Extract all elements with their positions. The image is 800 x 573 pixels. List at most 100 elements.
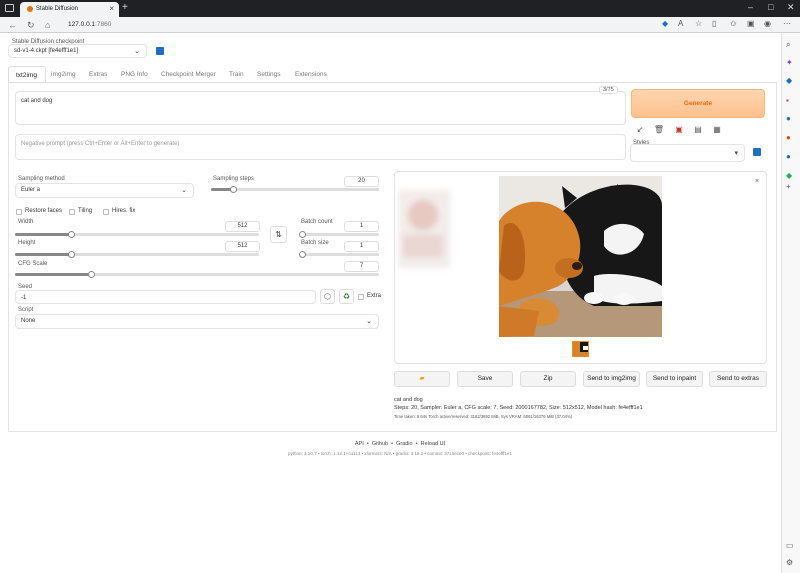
drop-icon[interactable]: ◆	[786, 171, 792, 180]
tab-txt2img[interactable]: txt2img	[8, 66, 46, 83]
sampling-steps-slider[interactable]	[211, 186, 379, 193]
gallery-close-icon[interactable]: ×	[755, 178, 759, 185]
outlook-icon[interactable]: ●	[786, 152, 791, 161]
height-input[interactable]: 512	[225, 241, 260, 252]
collections-icon[interactable]: ▣	[747, 19, 755, 28]
batch-count-slider[interactable]	[299, 231, 379, 238]
new-tab-icon[interactable]: +	[122, 2, 128, 13]
clipboard-icon[interactable]: ▤	[692, 124, 704, 135]
url-port: :7860	[95, 21, 112, 28]
width-label: Width	[18, 219, 34, 225]
slider-knob[interactable]	[229, 186, 237, 193]
footer-link-api[interactable]: API	[355, 441, 364, 447]
split-screen-icon[interactable]: ▯	[712, 19, 716, 28]
info-prompt: cat and dog	[394, 397, 423, 403]
height-slider[interactable]	[15, 251, 259, 258]
profile-icon[interactable]: ◉	[764, 19, 771, 28]
bookmark-star-icon[interactable]: ☆	[695, 19, 702, 28]
prompt-text: cat and dog	[21, 98, 53, 104]
copilot-icon[interactable]: ✦	[786, 58, 793, 67]
sampling-method-label: Sampling method	[18, 176, 65, 182]
tab-png-info[interactable]: PNG Info	[121, 71, 148, 78]
maximize-icon[interactable]: □	[768, 2, 773, 12]
slider-knob[interactable]	[299, 231, 306, 238]
tab-img2img[interactable]: img2img	[51, 71, 76, 78]
styles-dropdown[interactable]: ▾	[630, 144, 745, 162]
read-aloud-icon[interactable]: A	[678, 19, 683, 28]
tab-settings[interactable]: Settings	[257, 71, 281, 78]
close-tab-icon[interactable]: ×	[109, 4, 114, 13]
extra-networks-icon[interactable]: ▣	[673, 124, 685, 135]
extra-label: Extra	[367, 293, 382, 299]
save-style-icon[interactable]: ▦	[711, 124, 723, 135]
restore-faces-checkbox[interactable]	[16, 209, 22, 215]
shopping-tag-icon[interactable]: ◆	[786, 76, 792, 85]
back-icon[interactable]: ←	[8, 20, 17, 30]
send-to-img2img-button[interactable]: Send to img2img	[583, 371, 640, 387]
random-seed-button[interactable]: ⬡	[320, 289, 335, 304]
script-label: Script	[18, 307, 34, 313]
checkpoint-dropdown[interactable]: sd-v1-4.ckpt [fe4efff1e1] ⌄	[8, 44, 147, 58]
browser-tab[interactable]: Stable Diffusion ×	[20, 2, 119, 17]
width-input[interactable]: 512	[225, 221, 260, 232]
add-sidebar-icon[interactable]: +	[786, 182, 791, 191]
send-to-inpaint-button[interactable]: Send to inpaint	[646, 371, 703, 387]
favorites-icon[interactable]: ✩	[730, 19, 737, 28]
sidebar-settings-icon[interactable]: ⚙	[786, 558, 793, 567]
generation-info: cat and dog Steps: 20, Sampler: Euler a,…	[394, 397, 767, 427]
footer-link-gradio[interactable]: Gradio	[396, 441, 413, 447]
sampling-steps-input[interactable]: 20	[344, 176, 379, 187]
info-params: Steps: 20, Sampler: Euler a, CFG scale: …	[394, 405, 643, 411]
trash-icon[interactable]: 🗑	[653, 124, 665, 135]
minimize-icon[interactable]: –	[748, 2, 753, 12]
tools-icon[interactable]: ▪	[786, 96, 789, 105]
generated-image[interactable]	[499, 176, 662, 337]
tab-train[interactable]: Train	[229, 71, 244, 78]
negative-prompt-textarea[interactable]: Negative prompt (press Ctrl+Enter or Alt…	[15, 134, 626, 160]
footer-link-reload[interactable]: Reload UI	[421, 441, 445, 447]
zip-button[interactable]: Zip	[520, 371, 576, 387]
home-icon[interactable]: ⌂	[45, 20, 50, 30]
chevron-down-icon: ⌄	[181, 187, 187, 194]
width-slider[interactable]	[15, 231, 259, 238]
tab-extras[interactable]: Extras	[89, 71, 107, 78]
send-to-extras-button[interactable]: Send to extras	[709, 371, 767, 387]
generate-button[interactable]: Generate	[631, 89, 765, 118]
seed-input[interactable]: -1	[15, 290, 316, 304]
games-icon[interactable]: ●	[786, 114, 791, 123]
tab-extensions[interactable]: Extensions	[295, 71, 327, 78]
slider-knob[interactable]	[299, 251, 306, 258]
close-window-icon[interactable]: ✕	[787, 2, 795, 13]
url-field[interactable]: 127.0.0.1:7860	[68, 21, 111, 28]
reuse-seed-button[interactable]: ♻	[339, 289, 354, 304]
batch-size-slider[interactable]	[299, 251, 379, 258]
cfg-scale-slider[interactable]	[15, 271, 379, 278]
refresh-icon[interactable]: ↻	[27, 20, 35, 31]
gallery-thumbnail[interactable]	[572, 341, 589, 357]
more-menu-icon[interactable]: ⋯	[783, 19, 791, 28]
search-icon[interactable]: ⌕	[786, 40, 790, 50]
swap-dimensions-button[interactable]: ⇅	[270, 226, 287, 243]
tiling-checkbox[interactable]	[69, 209, 75, 215]
batch-size-input[interactable]: 1	[344, 241, 379, 252]
extra-checkbox[interactable]	[358, 294, 364, 300]
restore-faces-label: Restore faces	[25, 208, 63, 214]
save-button[interactable]: Save	[457, 371, 513, 387]
prompt-textarea[interactable]: cat and dog	[15, 91, 626, 125]
seed-value: -1	[21, 295, 27, 301]
tab-checkpoint-merger[interactable]: Checkpoint Merger	[161, 71, 216, 78]
script-dropdown[interactable]: None ⌄	[15, 314, 379, 329]
window-menu-icon[interactable]	[5, 4, 14, 12]
apply-style-button[interactable]	[753, 148, 761, 156]
refresh-checkpoint-button[interactable]	[156, 47, 164, 55]
sampling-method-dropdown[interactable]: Euler a ⌄	[15, 183, 194, 198]
open-folder-button[interactable]: ▰	[394, 371, 450, 387]
footer-link-github[interactable]: Github	[372, 441, 388, 447]
batch-count-input[interactable]: 1	[344, 221, 379, 232]
cfg-scale-input[interactable]: 7	[344, 261, 379, 272]
hires-fix-checkbox[interactable]	[103, 209, 109, 215]
read-params-icon[interactable]: ↙	[634, 124, 646, 135]
office-icon[interactable]: ●	[786, 133, 791, 142]
sidebar-toggle-icon[interactable]: ▭	[786, 541, 794, 550]
tag-icon[interactable]: ◆	[662, 19, 668, 28]
